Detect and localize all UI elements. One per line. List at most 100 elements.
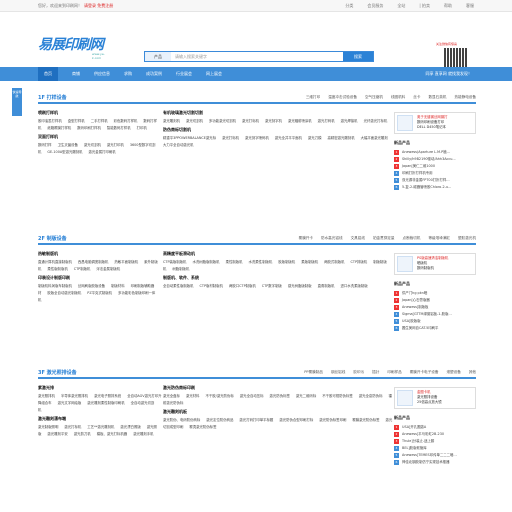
section-tag-link[interactable]: 滚塑设备 bbox=[446, 370, 460, 375]
category-link[interactable]: 大力平全自动激光机 bbox=[163, 143, 194, 147]
section-tag-link[interactable]: 防水高光铝线 bbox=[321, 236, 343, 241]
category-link[interactable]: 激光定位防伪商品 bbox=[206, 418, 233, 422]
rank-item[interactable]: 4 BEL]胶版软管库 bbox=[394, 445, 476, 452]
category-link[interactable]: 柔版制版机 bbox=[301, 260, 318, 264]
category-link[interactable]: 激光切割机 bbox=[84, 143, 101, 147]
category-link[interactable]: 光纤激光打标机 bbox=[364, 119, 388, 123]
category-link[interactable]: 制版机料润版车制版机 bbox=[38, 284, 72, 288]
category-link[interactable]: 热敏平面制版机 bbox=[114, 260, 138, 264]
category-link[interactable]: 激光雕刻平安 bbox=[47, 432, 67, 436]
rank-item[interactable]: 2 Japan[心石膏版器 bbox=[394, 297, 476, 304]
category-link[interactable]: 树脂制版机 bbox=[172, 267, 189, 271]
category-link[interactable]: 激光电子照排系统 bbox=[94, 394, 121, 398]
category-link[interactable]: 二手打样机 bbox=[91, 119, 108, 123]
category-link[interactable]: 激光辐射喷涂机 bbox=[288, 119, 312, 123]
category-link[interactable]: 激光漂白照版 bbox=[120, 425, 140, 429]
category-link[interactable]: 覆烫激光防伪标签 bbox=[189, 425, 216, 429]
category-link[interactable]: 激光金属打印刷机 bbox=[89, 150, 116, 154]
search-button[interactable]: 搜索 bbox=[343, 52, 373, 61]
section-tag-link[interactable]: 文具铝线 bbox=[351, 236, 365, 241]
nav-buy[interactable]: 求购 bbox=[124, 71, 132, 77]
category-link[interactable]: CTP装版制版机 bbox=[163, 260, 186, 264]
category-title[interactable]: 热敏制版机 bbox=[38, 251, 163, 257]
category-link[interactable]: 两胶口CTP制版机 bbox=[229, 284, 256, 288]
category-link[interactable]: CTP数字制版 bbox=[262, 284, 282, 288]
category-link[interactable]: 柔性版制版机 bbox=[47, 267, 67, 271]
section-tag-link[interactable]: 温度冲击试验设备 bbox=[328, 95, 357, 100]
category-title[interactable]: 双面打样机 bbox=[38, 134, 163, 140]
section-tag-link[interactable]: 热能静电设备 bbox=[454, 95, 476, 100]
category-link[interactable]: 精重平3PPOWERBALANCE激光标 bbox=[163, 136, 216, 140]
category-link[interactable]: 两胶式制版机 bbox=[324, 260, 344, 264]
category-link[interactable]: 激光剪刀机 bbox=[74, 432, 91, 436]
category-link[interactable]: 制版材料 bbox=[111, 284, 125, 288]
category-link[interactable]: 激光打码打印单平标题 bbox=[239, 418, 273, 422]
rank-item[interactable]: 6 圆生美网自CAT.5印刷平 bbox=[394, 325, 476, 332]
category-link[interactable]: 大幅平面激光雕刻 bbox=[361, 136, 388, 140]
search-input[interactable]: 请输入搜索关键字 bbox=[171, 52, 343, 61]
section-tag-link[interactable]: 点断裁切机 bbox=[403, 236, 421, 241]
category-link[interactable]: 水洗树脂版制版机 bbox=[192, 260, 219, 264]
category-link[interactable]: 多功能激光切割机 bbox=[209, 119, 236, 123]
rank-item[interactable]: 3 Anewess]制版板 bbox=[394, 304, 476, 311]
category-link[interactable]: 激光防伪标签 bbox=[270, 394, 290, 398]
category-link[interactable]: 丝网刷版胶版设备 bbox=[78, 284, 105, 288]
category-link[interactable]: 激光文字网绘版 bbox=[58, 401, 82, 405]
category-link[interactable]: 数码打样 bbox=[38, 143, 52, 147]
category-link[interactable]: 数码印刷打样机 bbox=[77, 126, 101, 130]
rank-item[interactable]: 5 双光源非金属FPT00打折打样... bbox=[394, 177, 476, 184]
category-link[interactable]: 模板、激光打标机器 bbox=[97, 432, 128, 436]
category-link[interactable]: 卫生灭菌设备 bbox=[58, 143, 78, 147]
category-link[interactable]: 激光刻字喷码机 bbox=[245, 136, 269, 140]
promo-card[interactable]: 奥于无缝钢丝网钢打 数码印刷设备打印 DELL D450笔记本 bbox=[394, 112, 476, 134]
category-link[interactable]: 直角制版机 bbox=[318, 284, 335, 288]
category-title[interactable]: 高精度平板滑动机 bbox=[163, 251, 395, 257]
register-link[interactable]: 请登录 免费注册 bbox=[84, 3, 113, 9]
category-link[interactable]: 进口水洗柔版制版 bbox=[341, 284, 368, 288]
category-link[interactable]: 激光制版照明 bbox=[38, 425, 58, 429]
category-link[interactable]: 直通计算机直接制版机 bbox=[38, 260, 72, 264]
category-link[interactable]: 激光打标机 bbox=[222, 136, 239, 140]
section-tag-link[interactable]: 覆膜开卡电子设备 bbox=[410, 370, 439, 375]
category-link[interactable]: 激光全并平平面机 bbox=[275, 136, 302, 140]
category-link[interactable]: 激光打标机 bbox=[242, 119, 259, 123]
section-tag-link[interactable]: 等级堆垛满缸 bbox=[428, 236, 450, 241]
section-tag-link[interactable]: 丝卡 bbox=[413, 95, 420, 100]
category-title[interactable]: 防伪商标切割机 bbox=[163, 127, 395, 133]
rank-item[interactable]: 2 Anewess]平马彩虹2B-230 bbox=[394, 431, 476, 438]
category-link[interactable]: 高精密激光雕刻机 bbox=[327, 136, 354, 140]
top-link-all[interactable]: 全站 bbox=[397, 3, 405, 9]
section-tag-link[interactable]: 插针 bbox=[372, 370, 379, 375]
rank-item[interactable]: 1 供产门hg pkn晒 bbox=[394, 290, 476, 297]
rank-item[interactable]: 5 Anewess]TEMES印传单二二二暗... bbox=[394, 452, 476, 459]
rank-item[interactable]: 3 Thule]分装止-迷上藤 bbox=[394, 438, 476, 445]
category-link[interactable]: CTP制版机 bbox=[74, 267, 91, 271]
section-tag-link[interactable]: 铂金贯穿定量 bbox=[373, 236, 395, 241]
category-title[interactable]: 印装设计制版印刷 bbox=[38, 275, 163, 281]
section-tag-link[interactable]: 空气压缩机 bbox=[365, 95, 383, 100]
category-link[interactable]: 胶版全自动激光制版机 bbox=[47, 291, 81, 295]
category-link[interactable]: 全自动柔性版制版机 bbox=[163, 284, 194, 288]
category-title[interactable]: 激光雕刻漂布端 bbox=[38, 416, 163, 422]
rank-item[interactable]: 2 Shilly/h9B2190驱动/Ahh3Accu... bbox=[394, 156, 476, 163]
category-link[interactable]: 激光防伪合型印刷打标 bbox=[279, 418, 313, 422]
category-link[interactable]: GE-100A型激光雕刻机 bbox=[47, 150, 82, 154]
category-link[interactable]: 激光雕刻机 bbox=[163, 119, 180, 123]
category-title[interactable]: 激光防伪商标印刷 bbox=[163, 385, 395, 391]
rank-item[interactable]: 5 USA]胶版版 bbox=[394, 318, 476, 325]
nav-supply[interactable]: 供应信息 bbox=[94, 71, 110, 77]
category-link[interactable]: 激光二维码标 bbox=[296, 394, 316, 398]
category-link[interactable]: 激光刻字机 bbox=[265, 119, 282, 123]
category-link[interactable]: 激光打码机 bbox=[318, 119, 335, 123]
site-logo[interactable]: 易展印刷网 www.ye-k.com bbox=[38, 34, 105, 60]
rank-item[interactable]: 4 Sigma[GTTM绿窗铝板-1-胶版... bbox=[394, 311, 476, 318]
nav-expo[interactable]: 行业展会 bbox=[176, 71, 192, 77]
category-link[interactable]: 激光防伪、电码防伪商标 bbox=[163, 418, 200, 422]
category-link[interactable]: 胶版制版机 bbox=[278, 260, 295, 264]
category-link[interactable]: PZ平克式制版机 bbox=[87, 291, 112, 295]
rank-item[interactable]: 6 5-复-2-磁器管喷胶Chloro-2-u... bbox=[394, 184, 476, 191]
rank-item[interactable]: 6 神佳北钢胶制仿宁实现技术推器 bbox=[394, 459, 476, 466]
top-link-auction[interactable]: | 拍卖 bbox=[419, 3, 430, 9]
category-link[interactable]: 激光雕刻手机 bbox=[133, 432, 153, 436]
nav-cases[interactable]: 成功案例 bbox=[146, 71, 162, 77]
